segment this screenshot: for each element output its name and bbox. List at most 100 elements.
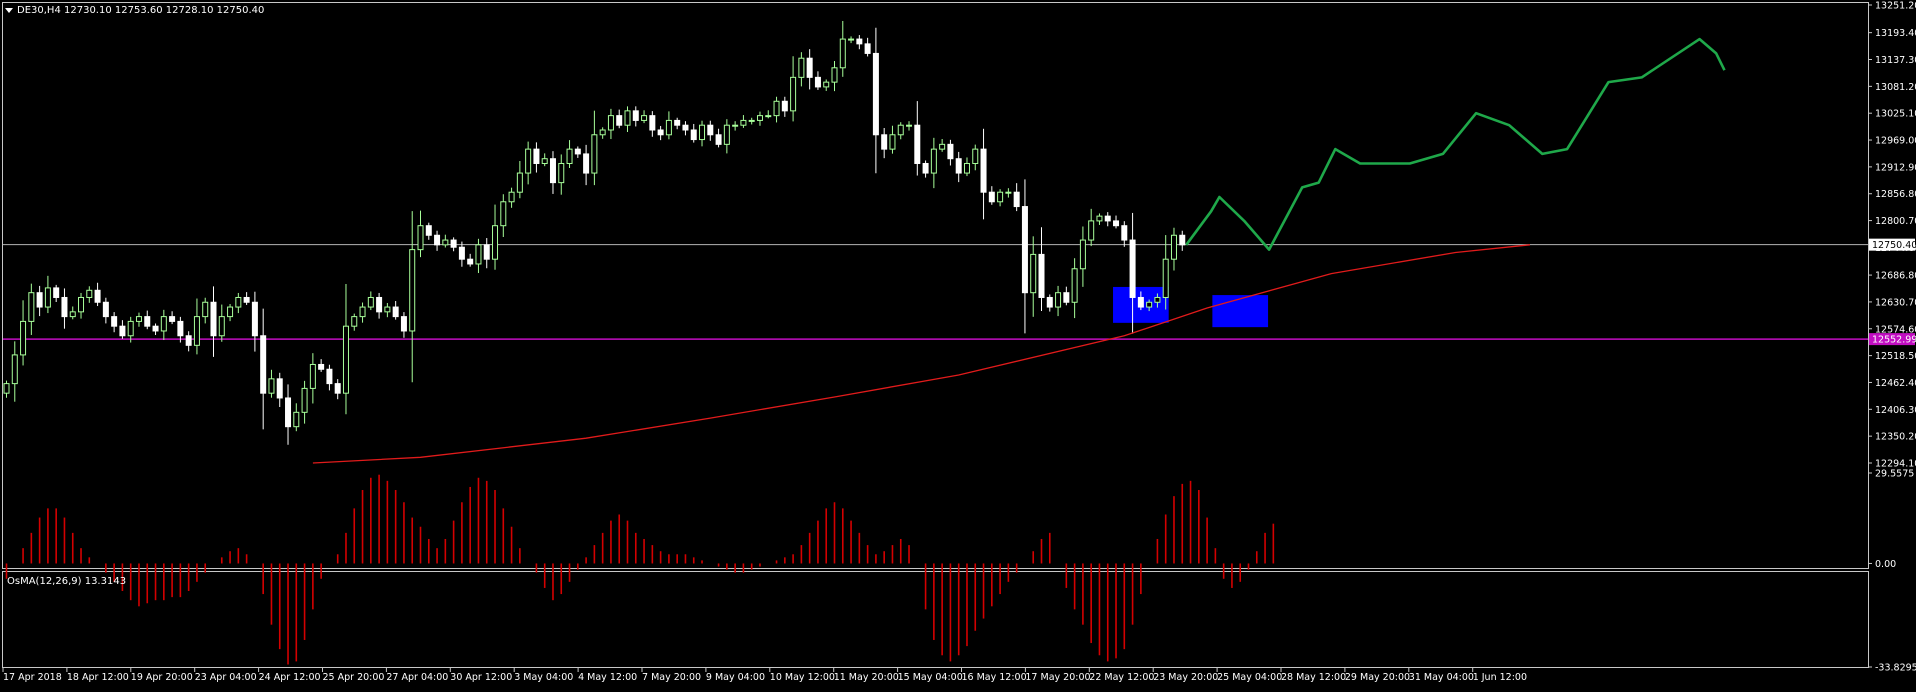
- price-tick-label: 13081.20: [1875, 82, 1916, 93]
- zone-rectangle[interactable]: [1212, 295, 1269, 328]
- time-tick-label: 25 Apr 20:00: [323, 672, 385, 683]
- candle-body-bear: [260, 335, 267, 394]
- candle-body-bear: [152, 325, 159, 332]
- candle-body-bull: [599, 129, 606, 136]
- candle-body-bear: [425, 225, 432, 236]
- candle-body-bull: [939, 143, 946, 150]
- candle-body-bear: [36, 292, 43, 308]
- price-tick-label: 12912.90: [1875, 162, 1916, 173]
- ohlc-readout: 12730.10 12753.60 12728.10 12750.40: [64, 5, 264, 16]
- candle-body-bull: [193, 316, 200, 346]
- candle-body-bear: [947, 143, 954, 160]
- candle-body-bull: [790, 76, 797, 112]
- candle-body-bull: [218, 316, 225, 337]
- candle-body-bear: [276, 378, 283, 399]
- candle-body-bull: [1154, 296, 1161, 303]
- candle-body-bull: [127, 320, 134, 337]
- candle-body-bear: [318, 363, 325, 370]
- price-tick-label: 12856.80: [1875, 189, 1916, 200]
- candle-body-bull: [831, 67, 838, 83]
- candle-body-bull: [409, 249, 416, 332]
- candle-body-bear: [1038, 253, 1045, 298]
- time-tick-label: 28 May 12:00: [1281, 672, 1346, 683]
- candle-body-bear: [682, 124, 689, 131]
- time-tick-label: 19 Apr 20:00: [131, 672, 193, 683]
- candle-body-bear: [450, 239, 457, 248]
- candle-body-bear: [483, 244, 490, 260]
- candle-body-bull: [541, 158, 548, 164]
- candle-body-bear: [955, 158, 962, 174]
- candle-body-bear: [111, 316, 118, 327]
- time-tick-label: 18 Apr 12:00: [67, 672, 129, 683]
- candle-body-bull: [268, 378, 275, 394]
- price-tick-label: 12686.80: [1875, 271, 1916, 282]
- time-tick-label: 9 May 04:00: [706, 672, 765, 683]
- candle-body-bear: [1113, 220, 1120, 227]
- candle-body-bear: [285, 397, 292, 428]
- candle-body-bull: [591, 134, 598, 174]
- candle-body-bear: [881, 134, 888, 150]
- candle-body-bull: [28, 292, 35, 322]
- osma-tick-label: 29.5575: [1875, 469, 1914, 480]
- candle-body-bear: [392, 306, 399, 318]
- candle-body-bull: [78, 296, 85, 313]
- candle-body-bull: [897, 124, 904, 136]
- candle-body-bear: [334, 383, 341, 394]
- candle-body-bear: [649, 115, 656, 131]
- candle-body-bear: [119, 325, 126, 337]
- candle-body-bear: [210, 301, 217, 337]
- price-tick-label: 12518.50: [1875, 351, 1916, 362]
- candle-body-bull: [839, 38, 846, 69]
- time-tick-label: 1 Jun 12:00: [1473, 672, 1527, 683]
- candle-body-bear: [1179, 234, 1186, 246]
- candle-body-bull: [765, 115, 772, 118]
- candle-body-bear: [1137, 296, 1144, 308]
- candle-body-bull: [1146, 301, 1153, 308]
- candle-body-bull: [607, 115, 614, 131]
- time-tick-label: 17 Apr 2018: [3, 672, 62, 683]
- symbol-label: DE30,H4: [17, 5, 61, 16]
- chart-canvas[interactable]: 13251.20 13193.40 13137.30 13081.20 13025.10…: [0, 0, 1916, 688]
- candle-body-bull: [823, 81, 830, 88]
- candle-body-bull: [367, 296, 374, 308]
- chart-window[interactable]: 13251.20 13193.40 13137.30 13081.20 13025.10…: [0, 0, 1916, 688]
- candle-body-bear: [185, 335, 192, 346]
- candle-body-bull: [1030, 253, 1037, 294]
- candle-body-bear: [674, 119, 681, 126]
- price-tick-label: 13193.40: [1875, 28, 1916, 39]
- time-tick-label: 27 Apr 04:00: [386, 672, 448, 683]
- candle-body-bull: [930, 148, 937, 174]
- candle-body-bull: [641, 115, 648, 121]
- time-tick-label: 3 May 04:00: [514, 672, 573, 683]
- candle-body-bull: [20, 320, 27, 356]
- candle-body-bull: [309, 363, 316, 389]
- candle-body-bull: [889, 134, 896, 150]
- time-tick-label: 25 May 04:00: [1217, 672, 1282, 683]
- time-tick-label: 23 Apr 04:00: [195, 672, 257, 683]
- candle-body-bear: [574, 148, 581, 155]
- candle-body-bear: [864, 43, 871, 54]
- time-tick-label: 30 Apr 12:00: [450, 672, 512, 683]
- candle-body-bear: [632, 110, 639, 121]
- price-tick-label: 12462.40: [1875, 378, 1916, 389]
- candle-body-bear: [715, 134, 722, 145]
- candle-body-bull: [963, 162, 970, 174]
- time-tick-label: 29 May 20:00: [1345, 672, 1410, 683]
- candle-body-bull: [748, 119, 755, 122]
- candle-body-bull: [384, 306, 391, 313]
- candle-body-bull: [417, 225, 424, 251]
- candle-body-bull: [1088, 220, 1095, 241]
- candle-body-bull: [202, 301, 209, 318]
- time-tick-label: 23 May 20:00: [1153, 672, 1218, 683]
- candle-body-bull: [699, 124, 706, 141]
- candle-body-bull: [475, 244, 482, 265]
- candle-body-bear: [434, 234, 441, 246]
- candle-body-bear: [169, 316, 176, 322]
- candle-body-bear: [616, 115, 623, 126]
- candle-body-bull: [11, 354, 18, 385]
- candle-body-bear: [1063, 292, 1070, 303]
- candle-body-bull: [906, 124, 913, 127]
- candle-body-bear: [980, 148, 987, 193]
- price-tick-label: 13251.20: [1875, 1, 1916, 12]
- candle-body-bull: [1055, 292, 1062, 308]
